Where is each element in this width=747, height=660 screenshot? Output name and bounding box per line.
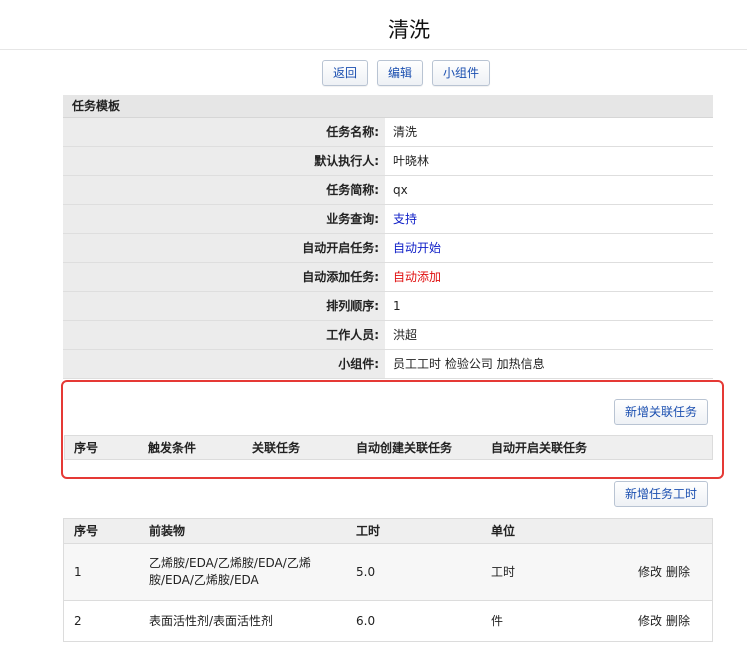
field-label: 排列顺序:: [63, 292, 385, 320]
widget-button[interactable]: 小组件: [432, 60, 490, 86]
delete-link[interactable]: 删除: [666, 544, 690, 601]
field-label: 任务名称:: [63, 118, 385, 146]
back-button[interactable]: 返回: [322, 60, 368, 86]
column-header: 触发条件: [148, 441, 197, 455]
delete-link[interactable]: 删除: [666, 601, 690, 641]
field-label: 业务查询:: [63, 205, 385, 233]
column-header: 序号: [74, 441, 99, 455]
field-value: 支持: [385, 205, 713, 233]
field-value: 清洗: [385, 118, 713, 146]
column-header: 关联任务: [252, 441, 301, 455]
add-task-hours-button[interactable]: 新增任务工时: [614, 481, 708, 507]
edit-link[interactable]: 修改: [638, 601, 662, 641]
template-row-default-executor: 默认执行人: 叶晓林: [63, 147, 713, 176]
column-header: 工时: [356, 524, 381, 538]
row-hours: 6.0: [356, 614, 376, 628]
column-header: 自动开启关联任务: [491, 441, 588, 455]
column-header: 前装物: [149, 524, 186, 538]
add-related-task-button[interactable]: 新增关联任务: [614, 399, 708, 425]
template-row-sort-order: 排列顺序: 1: [63, 292, 713, 321]
edit-link[interactable]: 修改: [638, 544, 662, 601]
template-row-short-name: 任务简称: qx: [63, 176, 713, 205]
template-row-auto-start: 自动开启任务: 自动开始: [63, 234, 713, 263]
related-tasks-table: 序号 触发条件 关联任务 自动创建关联任务 自动开启关联任务: [64, 435, 713, 460]
field-value: 叶晓林: [385, 147, 713, 175]
field-label: 自动添加任务:: [63, 263, 385, 291]
row-unit: 工时: [491, 565, 516, 579]
page-title: 清洗: [388, 18, 430, 42]
task-hours-table: 序号 前装物 工时 单位 1 乙烯胺/EDA/乙烯胺/EDA/乙烯胺/EDA/乙…: [63, 518, 713, 642]
field-label: 小组件:: [63, 350, 385, 378]
field-value: 自动添加: [385, 263, 713, 291]
template-row-task-name: 任务名称: 清洗: [63, 118, 713, 147]
row-material: 表面活性剂/表面活性剂: [149, 614, 274, 628]
row-index: 1: [74, 565, 82, 579]
field-value: 自动开始: [385, 234, 713, 262]
table-row: 2 表面活性剂/表面活性剂 6.0 件 修改 删除: [64, 601, 712, 641]
template-row-staff: 工作人员: 洪超: [63, 321, 713, 350]
field-label: 自动开启任务:: [63, 234, 385, 262]
field-label: 任务简称:: [63, 176, 385, 204]
row-index: 2: [74, 614, 82, 628]
field-label: 工作人员:: [63, 321, 385, 349]
column-header: 单位: [491, 524, 516, 538]
column-header: 自动创建关联任务: [356, 441, 453, 455]
template-row-auto-add: 自动添加任务: 自动添加: [63, 263, 713, 292]
task-template-panel: 任务模板 任务名称: 清洗 默认执行人: 叶晓林 任务简称: qx 业务查询: …: [63, 95, 713, 379]
row-material: 乙烯胺/EDA/乙烯胺/EDA/乙烯胺/EDA/乙烯胺/EDA: [149, 556, 311, 587]
field-label: 默认执行人:: [63, 147, 385, 175]
edit-button[interactable]: 编辑: [377, 60, 423, 86]
field-value: 员工工时 检验公司 加热信息: [385, 350, 713, 378]
field-value: 洪超: [385, 321, 713, 349]
page-header: 清洗: [0, 0, 747, 50]
task-template-header: 任务模板: [63, 95, 713, 118]
row-hours: 5.0: [356, 565, 376, 579]
table-row: 1 乙烯胺/EDA/乙烯胺/EDA/乙烯胺/EDA/乙烯胺/EDA 5.0 工时…: [64, 544, 712, 601]
column-header: 序号: [74, 524, 99, 538]
template-row-business-query: 业务查询: 支持: [63, 205, 713, 234]
row-unit: 件: [491, 614, 504, 628]
table-header: 序号 前装物 工时 单位: [64, 519, 712, 544]
field-value: qx: [385, 176, 713, 204]
related-tasks-highlight: [61, 380, 724, 479]
template-row-widgets: 小组件: 员工工时 检验公司 加热信息: [63, 350, 713, 379]
field-value: 1: [385, 292, 713, 320]
